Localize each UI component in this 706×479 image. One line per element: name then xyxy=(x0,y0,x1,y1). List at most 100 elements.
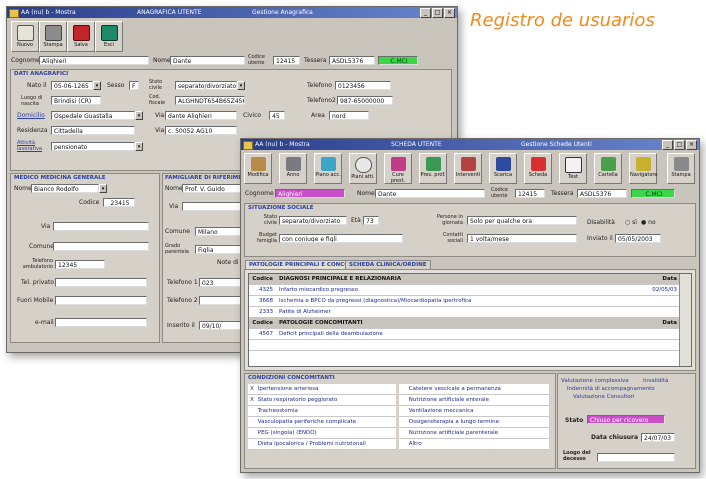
tax-code-field[interactable]: ALGHNDT654B65Z456 xyxy=(175,96,245,105)
maximize-icon[interactable]: □ xyxy=(432,8,443,18)
test-button[interactable]: Test xyxy=(559,153,587,184)
name-field[interactable]: Dante xyxy=(375,189,485,198)
table-row[interactable]: 4325 Infarto miocardico pregresso 02/05/… xyxy=(249,285,679,296)
condition-checkbox[interactable]: Dieta ipocalorica / Problemi nutrizional… xyxy=(248,439,396,450)
condition-checkbox[interactable]: Tracheostomia xyxy=(248,406,396,417)
table-scrollbar[interactable] xyxy=(679,274,691,366)
folder-button[interactable]: Cartella xyxy=(594,153,622,184)
table-row[interactable]: 3668 Ischemia e BPCO da pregressi (diagn… xyxy=(249,296,679,307)
social-contacts-field[interactable]: 1 volta/mese xyxy=(467,234,577,243)
edit-button[interactable]: Modifica xyxy=(244,153,272,184)
new-button[interactable]: Nuovo xyxy=(11,21,39,52)
state-field[interactable]: Chiuso per ricovero xyxy=(587,415,665,424)
card-field[interactable]: ASDL5376 xyxy=(577,189,627,198)
condition-checkbox[interactable]: Vasculopatia periferiche complicate xyxy=(248,417,396,428)
occupation-field[interactable]: pensionato xyxy=(51,142,135,151)
exit-button[interactable]: Esci xyxy=(95,21,123,52)
condition-checkbox[interactable]: Altro xyxy=(399,439,549,450)
table-row[interactable]: 2333 Patite di Alzheimer xyxy=(249,307,679,318)
state-label: Stato xyxy=(565,417,584,424)
private-phone-field[interactable] xyxy=(55,278,147,287)
area-field[interactable]: nord xyxy=(329,111,369,120)
sent-date-field[interactable]: 05/05/2003 xyxy=(615,234,661,243)
table-row[interactable]: 4567 Deficit principali della deambulazi… xyxy=(249,329,679,340)
surname-label: Cognome xyxy=(11,57,40,64)
phone2-field[interactable]: 987-65000000 xyxy=(337,96,393,105)
allowance-link[interactable]: Indennità di accompagnamento xyxy=(567,385,655,393)
maximize-icon[interactable]: □ xyxy=(674,140,685,150)
birthplace-field[interactable]: Brindisi (CR) xyxy=(51,96,101,105)
house-number-field[interactable]: 45 xyxy=(269,111,285,120)
minimize-icon[interactable]: _ xyxy=(420,8,431,18)
doctor-phone-field[interactable]: 12345 xyxy=(55,260,105,269)
family-budget-field[interactable]: con coniuge e figli xyxy=(279,234,403,243)
civil-status-field[interactable]: separato/divorziato xyxy=(175,81,237,90)
surname-field[interactable]: Alighieri xyxy=(39,56,149,65)
user-code-field[interactable]: 12415 xyxy=(273,56,300,65)
consultants-link[interactable]: Valutazione Consultori xyxy=(573,393,635,401)
invalidity-link[interactable]: Invalidità xyxy=(643,377,668,385)
card-field[interactable]: ASDL5376 xyxy=(329,56,375,65)
occupation-label[interactable]: Attività lavorativa xyxy=(17,140,47,152)
disk-icon xyxy=(495,157,511,171)
activity-plan-button[interactable]: Piani atti. xyxy=(349,153,377,184)
birth-date-dropdown[interactable]: ▾ xyxy=(93,81,101,90)
social-situation-title: SITUAZIONE SOCIALE xyxy=(248,205,314,211)
death-place-label: Luogo del decesso xyxy=(563,450,591,462)
card-button[interactable]: Scheda xyxy=(524,153,552,184)
doctor-name-field[interactable]: Bianco Rodolfo xyxy=(31,184,99,193)
care-plan-button[interactable]: Piano acc. xyxy=(314,153,342,184)
doctor-street-field[interactable] xyxy=(53,222,149,231)
sex-field[interactable]: F xyxy=(129,81,139,90)
condition-checkbox[interactable]: X Ipertensione arteriosa xyxy=(248,384,396,395)
mobile-field[interactable] xyxy=(55,296,147,305)
name-field[interactable]: Dante xyxy=(170,56,245,65)
daily-people-field[interactable]: Solo per qualche ora xyxy=(467,216,577,225)
condition-checkbox[interactable]: PEG (singola) (ENDO) xyxy=(248,428,396,439)
title-bar: AA (nu) b - Mostra SCHEDA UTENTE Gestion… xyxy=(241,139,699,150)
care-services-button[interactable]: Cure prest. xyxy=(384,153,412,184)
print-button[interactable]: Stampa xyxy=(39,21,67,52)
doctor-code-field[interactable]: 23415 xyxy=(103,198,135,207)
age-field[interactable]: 73 xyxy=(363,216,379,225)
relationship-label: Grado parentela xyxy=(165,243,189,255)
table-row[interactable] xyxy=(249,340,679,351)
address-dropdown[interactable]: ▾ xyxy=(135,111,143,120)
navigator-button[interactable]: Navigatore xyxy=(629,153,657,184)
condition-checkbox[interactable]: Ventilazione meccanica xyxy=(399,406,549,417)
birth-date-field[interactable]: 05-06-1265 xyxy=(51,81,93,90)
doctor-dropdown[interactable]: ▾ xyxy=(99,184,107,193)
civil-status-field[interactable]: separato/divorziato xyxy=(279,216,347,225)
close-icon[interactable]: × xyxy=(444,8,455,18)
address-label[interactable]: Domicilio xyxy=(17,112,45,120)
print-button[interactable]: Stampa xyxy=(667,153,695,184)
condition-checkbox[interactable]: X Stato respiratorio peggiorato xyxy=(248,395,396,406)
death-place-field[interactable] xyxy=(597,453,675,462)
condition-checkbox[interactable]: Nutrizione artificiale parenterale xyxy=(399,428,549,439)
phone-field[interactable]: 0123456 xyxy=(335,81,391,90)
street2-field[interactable]: c. 50052 AG10 xyxy=(165,126,237,135)
address-field[interactable]: Ospedale Guastalla xyxy=(51,111,135,120)
overall-evaluation-link[interactable]: Valutazione complessiva xyxy=(561,377,629,385)
year-button[interactable]: Anno xyxy=(279,153,307,184)
minimize-icon[interactable]: _ xyxy=(662,140,673,150)
condition-checkbox[interactable]: Ossigenoterapia a lungo termine xyxy=(399,417,549,428)
occupation-dropdown[interactable]: ▾ xyxy=(135,142,143,151)
disability-yes-radio[interactable]: ○ sì xyxy=(625,219,637,227)
condition-checkbox[interactable]: Nutrizione artificiale enterale xyxy=(399,395,549,406)
download-button[interactable]: Scarica xyxy=(489,153,517,184)
doctor-city-field[interactable] xyxy=(53,242,149,251)
closing-date-field[interactable]: 24/07/03 xyxy=(641,433,675,442)
disability-no-radio[interactable]: ● no xyxy=(641,219,656,227)
residence-field[interactable]: Cittadella xyxy=(51,126,135,135)
civil-status-dropdown[interactable]: ▾ xyxy=(237,81,245,90)
condition-checkbox[interactable]: Catetere vescicale a permanenza xyxy=(399,384,549,395)
email-field[interactable] xyxy=(55,318,147,327)
surname-field[interactable]: Alighieri xyxy=(275,189,345,198)
street-field[interactable]: dante Alighieri xyxy=(165,111,237,120)
user-code-field[interactable]: 12415 xyxy=(515,189,545,198)
save-button[interactable]: Salva xyxy=(67,21,95,52)
close-icon[interactable]: × xyxy=(686,140,697,150)
professional-button[interactable]: Pres. prof. xyxy=(419,153,447,184)
interventions-button[interactable]: Interventi xyxy=(454,153,482,184)
